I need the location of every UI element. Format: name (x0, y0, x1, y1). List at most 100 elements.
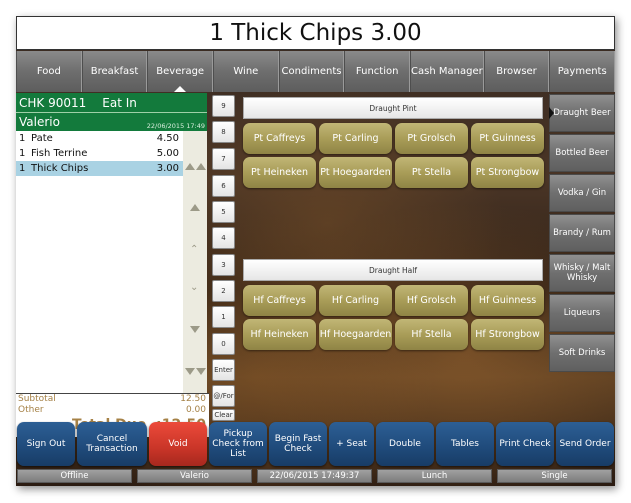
pos-window: 1 Thick Chips 3.00 Food Breakfast Bevera… (16, 16, 615, 486)
check-item[interactable]: 1 Pate 4.50 (16, 131, 191, 146)
tab-wine[interactable]: Wine (213, 51, 279, 92)
key-5[interactable]: 5 (212, 201, 235, 223)
product-button[interactable]: Hf Heineken (243, 319, 316, 350)
category-label: Liqueurs (563, 308, 601, 318)
tab-label: Condiments (281, 66, 342, 77)
product-button[interactable]: Hf Guinness (471, 285, 544, 316)
tables-button[interactable]: Tables (436, 422, 494, 466)
key-9[interactable]: 9 (212, 95, 235, 117)
product-button[interactable]: Hf Strongbow (471, 319, 544, 350)
add-seat-button[interactable]: + Seat (329, 422, 374, 466)
begin-fast-check-button[interactable]: Begin Fast Check (269, 422, 327, 466)
key-enter[interactable]: Enter (212, 359, 235, 381)
key-at-for[interactable]: @/For (212, 385, 235, 407)
product-button[interactable]: Hf Grolsch (395, 285, 468, 316)
status-user: Valerio (137, 469, 252, 483)
category-label: Vodka / Gin (557, 188, 607, 198)
key-clear[interactable]: Clear (212, 409, 235, 421)
check-item-selected[interactable]: 1 Thick Chips 3.00 (16, 161, 183, 176)
product-button[interactable]: Hf Carling (319, 285, 392, 316)
product-button[interactable]: Hf Hoegaarden (319, 319, 392, 350)
tab-function[interactable]: Function (344, 51, 411, 92)
scroll-bottom-icon[interactable] (185, 368, 195, 375)
check-item[interactable]: 1 Fish Terrine 5.00 (16, 146, 191, 161)
key-7[interactable]: 7 (212, 148, 235, 170)
product-button[interactable]: Hf Caffreys (243, 285, 316, 316)
category-label: Brandy / Rum (553, 228, 611, 238)
category-soft-drinks[interactable]: Soft Drinks (549, 334, 615, 372)
category-bottled-beer[interactable]: Bottled Beer (549, 134, 615, 172)
tab-label: Function (355, 66, 399, 77)
product-button[interactable]: Hf Stella (395, 319, 468, 350)
scroll-top-icon[interactable] (185, 163, 195, 170)
tab-browser[interactable]: Browser (483, 51, 550, 92)
category-brandy-rum[interactable]: Brandy / Rum (549, 214, 615, 252)
category-whisky[interactable]: Whisky / Malt Whisky (549, 254, 615, 292)
line-down-icon[interactable]: ⌄ (190, 283, 198, 293)
scroll-bottom-icon[interactable] (196, 368, 206, 375)
key-1[interactable]: 1 (212, 306, 235, 328)
cancel-transaction-button[interactable]: Cancel Transaction (77, 422, 147, 466)
product-button[interactable]: Pt Carling (319, 123, 392, 154)
active-tab-caret-icon (174, 86, 187, 92)
tab-label: Food (36, 66, 61, 77)
key-8[interactable]: 8 (212, 121, 235, 143)
tab-label: Breakfast (90, 66, 139, 77)
product-button[interactable]: Pt Guinness (471, 123, 544, 154)
product-button[interactable]: Pt Caffreys (243, 123, 316, 154)
scroll-top-icon[interactable] (196, 163, 206, 170)
active-category-arrow-icon (549, 107, 554, 119)
key-3[interactable]: 3 (212, 254, 235, 276)
key-0[interactable]: 0 (212, 333, 235, 355)
other-value: 0.00 (185, 405, 206, 415)
key-2[interactable]: 2 (212, 280, 235, 302)
tab-cash-manager[interactable]: Cash Manager (410, 51, 484, 92)
pickup-check-button[interactable]: Pickup Check from List (209, 422, 267, 466)
status-datetime: 22/06/2015 17:49:37 (257, 469, 372, 483)
item-qty: 1 (19, 148, 26, 159)
tab-beverage[interactable]: Beverage (147, 51, 214, 92)
line-up-icon[interactable]: ⌃ (190, 245, 198, 255)
item-qty: 1 (19, 133, 26, 144)
product-button[interactable]: Pt Grolsch (395, 123, 468, 154)
tab-food[interactable]: Food (16, 51, 82, 92)
tab-label: Payments (557, 66, 607, 77)
item-qty: 1 (19, 163, 26, 174)
subtotal-row: Subtotal 12.50 (18, 394, 206, 404)
status-mode: Single (497, 469, 612, 483)
check-scroll-controls: ⌃ ⌄ (183, 131, 207, 393)
tab-label: Browser (496, 66, 537, 77)
category-label: Bottled Beer (555, 148, 609, 158)
category-liqueurs[interactable]: Liqueurs (549, 294, 615, 332)
key-4[interactable]: 4 (212, 227, 235, 249)
print-check-button[interactable]: Print Check (496, 422, 554, 466)
tab-label: Beverage (156, 66, 205, 77)
send-order-button[interactable]: Send Order (556, 422, 614, 466)
tab-breakfast[interactable]: Breakfast (81, 51, 148, 92)
status-period: Lunch (377, 469, 492, 483)
main-category-tabs: Food Breakfast Beverage Wine Condiments … (16, 51, 615, 92)
numeric-keypad: 9 8 7 6 5 4 3 2 1 0 Enter @/For Clear (209, 93, 237, 438)
check-item-list: 1 Pate 4.50 1 Fish Terrine 5.00 1 Thick … (16, 131, 191, 393)
item-name: Pate (31, 133, 53, 144)
check-header: CHK 90011 Eat In (16, 93, 207, 113)
category-label: Draught Beer (553, 108, 611, 118)
category-label: Soft Drinks (558, 348, 606, 358)
subtotal-value: 12.50 (180, 394, 206, 404)
subtotal-label: Subtotal (18, 394, 56, 404)
category-draught-beer[interactable]: Draught Beer (549, 94, 615, 132)
category-vodka-gin[interactable]: Vodka / Gin (549, 174, 615, 212)
group-header-draught-half: Draught Half (243, 259, 543, 281)
key-6[interactable]: 6 (212, 175, 235, 197)
void-button[interactable]: Void (149, 422, 207, 466)
product-button[interactable]: Pt Hoegaarden (319, 157, 392, 188)
product-button[interactable]: Pt Strongbow (471, 157, 544, 188)
double-button[interactable]: Double (376, 422, 434, 466)
page-up-icon[interactable] (190, 204, 200, 211)
product-button[interactable]: Pt Heineken (243, 157, 316, 188)
page-down-icon[interactable] (190, 326, 200, 333)
product-button[interactable]: Pt Stella (395, 157, 468, 188)
sign-out-button[interactable]: Sign Out (17, 422, 75, 466)
tab-condiments[interactable]: Condiments (278, 51, 345, 92)
tab-payments[interactable]: Payments (549, 51, 615, 92)
